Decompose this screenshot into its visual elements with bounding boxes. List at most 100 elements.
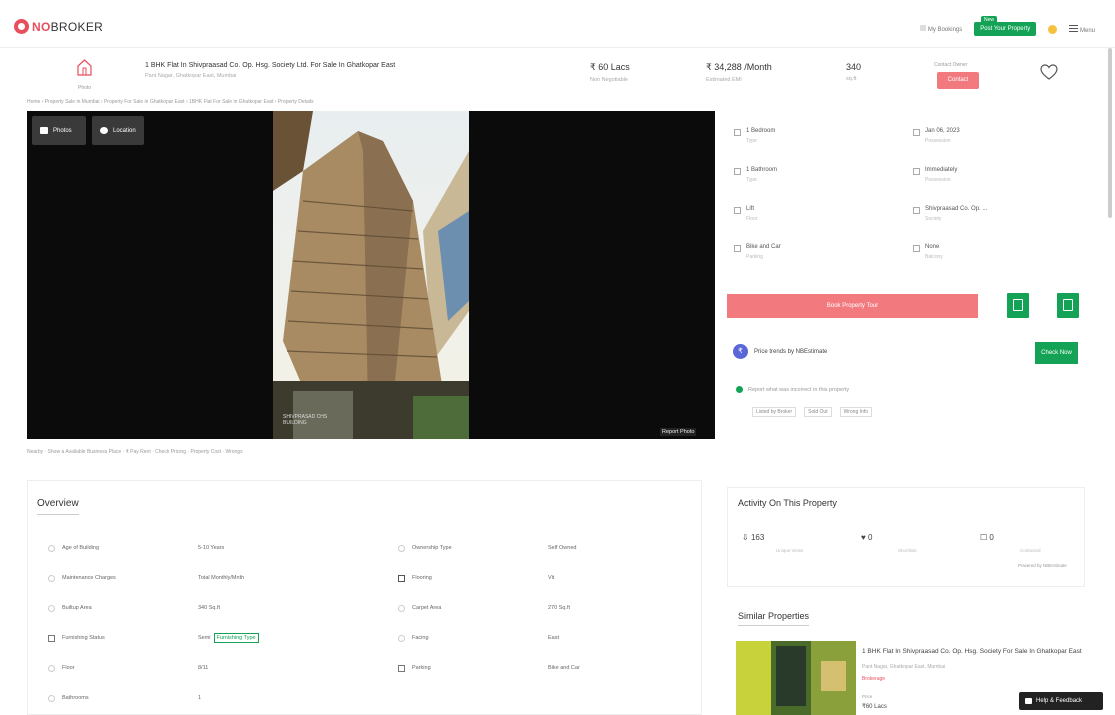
bath-icon bbox=[734, 168, 741, 175]
ov-key: Bathrooms bbox=[62, 695, 89, 701]
property-title-block: 1 BHK Flat In Shivpraasad Co. Op. Hsg. S… bbox=[145, 62, 565, 79]
ov-value: Total Monthly/Mnth bbox=[198, 575, 245, 581]
activity-footer: Powered by NBEstimate bbox=[1018, 563, 1067, 568]
info-icon bbox=[736, 386, 743, 393]
price-sub: Non Negotiable bbox=[590, 77, 628, 83]
emi-block: ₹ 34,288 /Month Estimated EMI bbox=[706, 62, 772, 83]
contacted-caption: Contacted bbox=[1020, 548, 1041, 553]
similar-title: Similar Properties bbox=[738, 611, 810, 626]
building-icon bbox=[913, 207, 920, 214]
share-icon bbox=[1063, 299, 1073, 311]
floor-icon bbox=[48, 665, 55, 672]
builtup-icon bbox=[48, 605, 55, 612]
property-price: ₹ 60 Lacs bbox=[590, 62, 630, 72]
top-header: NOBROKER New My Bookings Post Your Prope… bbox=[0, 0, 1115, 48]
camera-icon bbox=[40, 127, 48, 134]
similar-property-name[interactable]: 1 BHK Flat In Shivpraasad Co. Op. Hsg. S… bbox=[862, 648, 1082, 655]
report-chips: Listed by Broker Sold Out Wrong Info bbox=[752, 407, 872, 417]
menu-button[interactable]: Menu bbox=[1069, 24, 1095, 34]
ov-key: Ownership Type bbox=[412, 545, 452, 551]
ov-value: East bbox=[548, 635, 560, 641]
furnishing-icon bbox=[48, 635, 55, 642]
bed-icon bbox=[734, 129, 741, 136]
photo-caption: SHIVPRASAD CHS BUILDING bbox=[283, 414, 328, 426]
similar-property-tag: Brokerage bbox=[862, 676, 886, 682]
my-bookings-link[interactable]: My Bookings bbox=[920, 25, 962, 33]
similar-property-image[interactable] bbox=[736, 641, 856, 715]
ov-key: Flooring bbox=[412, 575, 432, 581]
hamburger-icon bbox=[1069, 24, 1079, 32]
breadcrumb[interactable]: Home › Property Sale in Mumbai › Propert… bbox=[27, 99, 314, 105]
detail-possession-date: Jan 06, 2023 Possession bbox=[913, 128, 960, 144]
ownership-icon bbox=[398, 545, 405, 552]
furnishing-chip[interactable]: Furnishing Type bbox=[213, 633, 259, 643]
key-icon bbox=[913, 168, 920, 175]
coin-icon[interactable] bbox=[1048, 24, 1058, 34]
activity-title: Activity On This Property bbox=[738, 498, 837, 508]
detail-lift: Lift Floor bbox=[734, 206, 757, 222]
report-photo-button[interactable]: Report Photo bbox=[660, 428, 697, 436]
logo-prefix: NO bbox=[32, 19, 51, 34]
calendar-button[interactable] bbox=[1007, 293, 1029, 318]
contact-button[interactable]: Contact bbox=[937, 72, 979, 89]
ov-key: Parking bbox=[412, 665, 431, 671]
ov-key: Builtup Area bbox=[62, 605, 92, 611]
ov-value: 340 Sq.ft bbox=[198, 605, 221, 611]
ov-key: Floor bbox=[62, 665, 75, 671]
lift-icon bbox=[734, 207, 741, 214]
views-caption: Unique Views bbox=[776, 548, 804, 553]
bathroom-icon bbox=[48, 695, 55, 702]
area-sub: sq.ft bbox=[846, 76, 857, 82]
price-trend-row: ₹ Price trends by NBEstimate bbox=[733, 344, 827, 359]
detail-availability: Immediately Possession bbox=[913, 167, 957, 183]
similar-price-caption: Price bbox=[862, 694, 873, 699]
emi-value: ₹ 34,288 /Month bbox=[706, 62, 772, 72]
overview-title: Overview bbox=[37, 498, 79, 515]
emi-sub: Estimated EMI bbox=[706, 77, 742, 83]
detail-parking: Bike and Car Parking bbox=[734, 244, 781, 260]
contact-owner-label: Contact Owner bbox=[934, 62, 968, 68]
flooring-icon bbox=[398, 575, 405, 582]
car-icon bbox=[734, 245, 741, 252]
calendar-icon bbox=[913, 129, 920, 136]
chat-icon bbox=[1025, 698, 1032, 704]
parking-icon bbox=[398, 665, 405, 672]
detail-bathroom: 1 Bathroom Type bbox=[734, 167, 777, 183]
area-value: 340 bbox=[846, 62, 862, 72]
location-button[interactable]: Location bbox=[92, 116, 144, 145]
facing-icon bbox=[398, 635, 405, 642]
chip-wrong-info[interactable]: Wrong Info bbox=[839, 407, 872, 417]
report-notice: Report what was incorrect in this proper… bbox=[736, 386, 849, 393]
balcony-icon bbox=[913, 245, 920, 252]
photos-button[interactable]: Photos bbox=[32, 116, 86, 145]
chip-sold-out[interactable]: Sold Out bbox=[804, 407, 832, 417]
check-now-button[interactable]: Check Now bbox=[1035, 342, 1078, 364]
calendar-icon bbox=[1013, 299, 1023, 311]
location-icon bbox=[100, 127, 108, 134]
property-title: 1 BHK Flat In Shivpraasad Co. Op. Hsg. S… bbox=[145, 62, 396, 69]
nearby-links[interactable]: Nearby · Show a Available Business Place… bbox=[27, 449, 243, 455]
similar-property-price: ₹60 Lacs bbox=[862, 704, 887, 710]
page-scrollbar[interactable] bbox=[1108, 48, 1112, 218]
nobroker-logo[interactable]: NOBROKER bbox=[14, 19, 103, 34]
ov-key: Furnishing Status bbox=[62, 635, 105, 641]
building-photo[interactable] bbox=[273, 111, 469, 439]
price-block: ₹ 60 Lacs Non Negotiable bbox=[590, 62, 630, 83]
post-property-button[interactable]: Post Your Property bbox=[974, 22, 1037, 36]
ov-value: Bike and Car bbox=[548, 665, 580, 671]
detail-society: Shivpraasad Co. Op. ... Society bbox=[913, 206, 987, 222]
detail-bedroom: 1 Bedroom Type bbox=[734, 128, 775, 144]
book-tour-button[interactable]: Book Property Tour bbox=[727, 294, 978, 318]
shortlist-heart-icon[interactable] bbox=[1040, 64, 1058, 81]
ov-key: Maintenance Charges bbox=[62, 575, 116, 581]
help-feedback-button[interactable]: Help & Feedback bbox=[1019, 692, 1103, 710]
share-button[interactable] bbox=[1057, 293, 1079, 318]
ov-value: 5-10 Years bbox=[198, 545, 225, 551]
ov-value: Semi Furnishing Type bbox=[198, 633, 259, 643]
ov-value: Vit bbox=[548, 575, 555, 581]
logo-icon bbox=[14, 19, 29, 34]
logo-suffix: BROKER bbox=[50, 19, 104, 34]
carpet-icon bbox=[398, 605, 405, 612]
contacted-count: ☐ 0 bbox=[980, 533, 994, 542]
chip-listed-by-broker[interactable]: Listed by Broker bbox=[752, 407, 797, 417]
